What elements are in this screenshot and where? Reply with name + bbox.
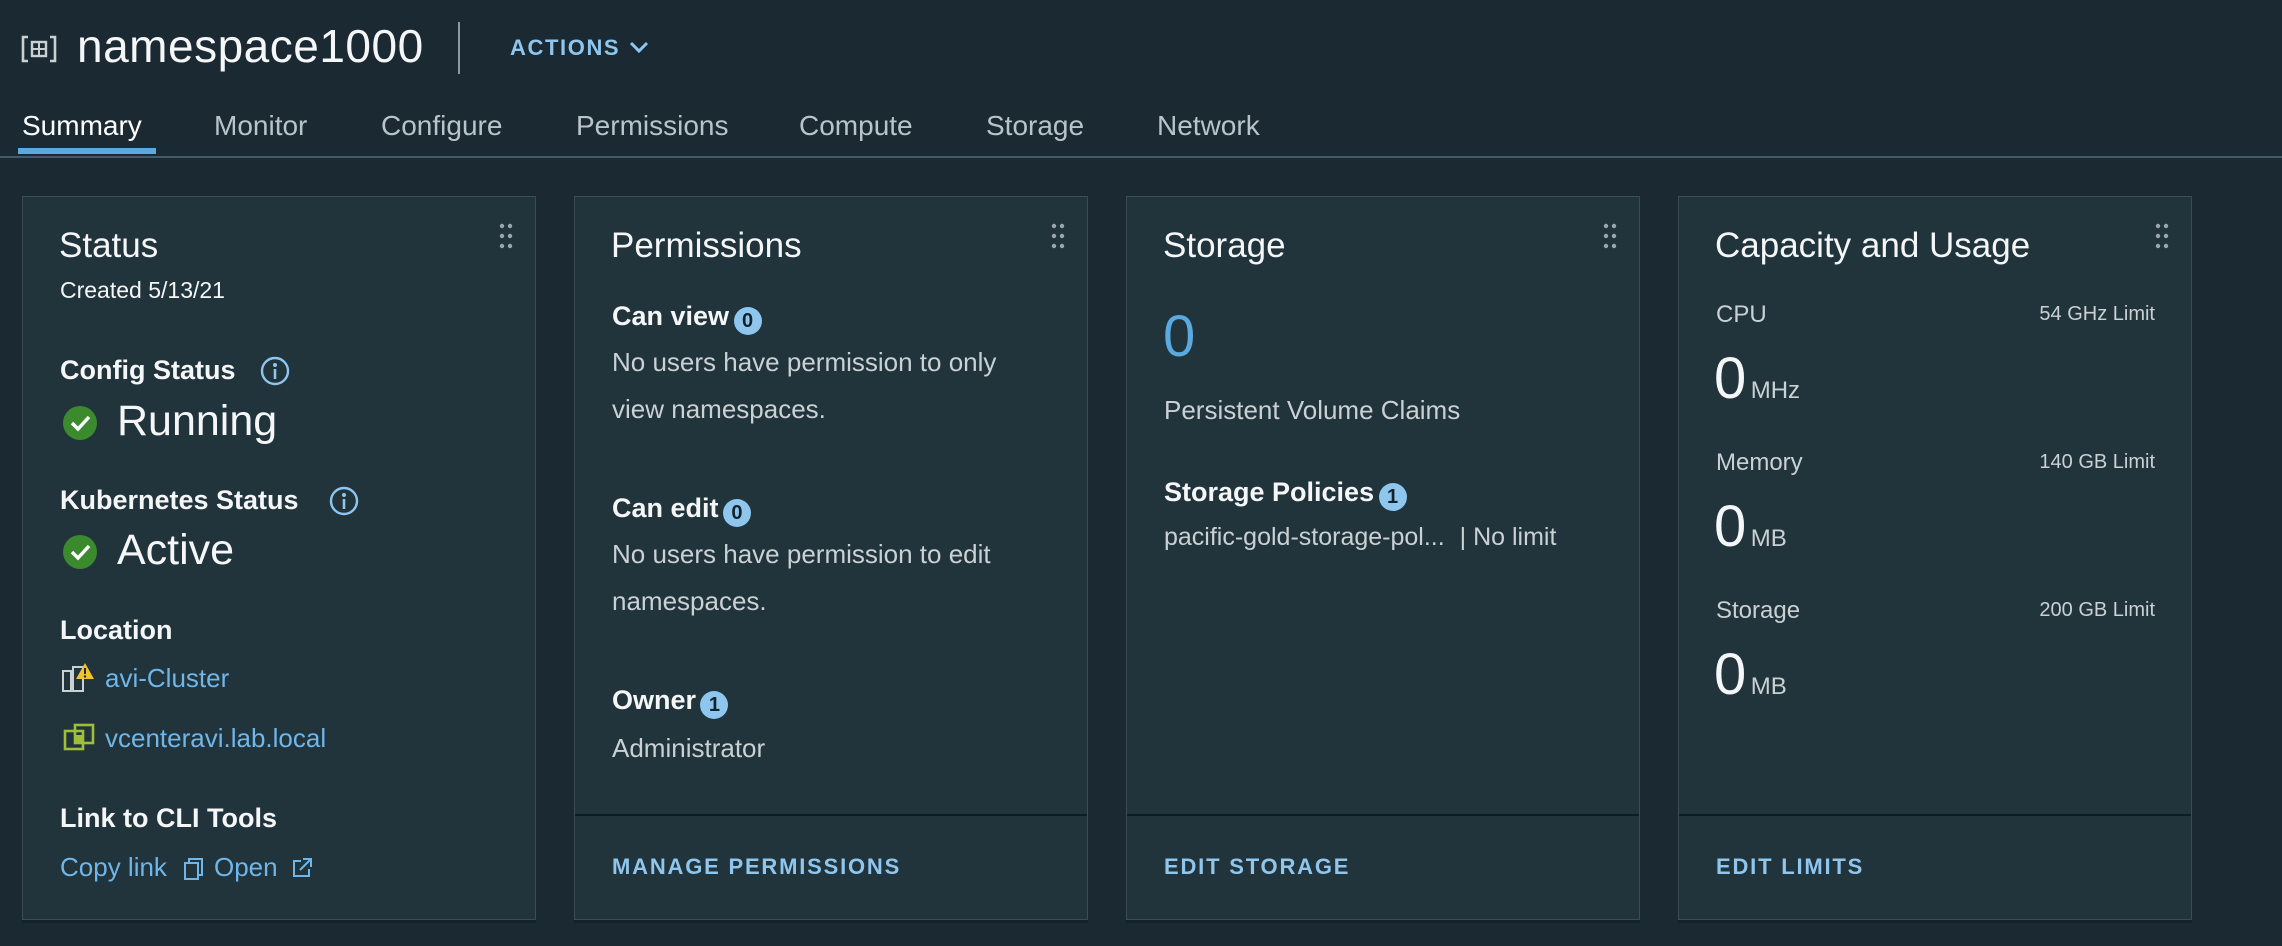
tab-permissions[interactable]: Permissions	[576, 106, 728, 146]
tab-compute[interactable]: Compute	[799, 106, 913, 146]
cpu-label: CPU	[1716, 301, 1767, 328]
cli-tools-label: Link to CLI Tools	[60, 803, 277, 833]
config-status-label: Config Status	[60, 355, 236, 385]
tab-storage[interactable]: Storage	[986, 106, 1084, 146]
info-icon[interactable]	[328, 485, 360, 517]
memory-limit: 140 GB Limit	[2039, 451, 2155, 473]
active-tab-indicator	[18, 148, 156, 154]
memory-unit: MB	[1750, 525, 1787, 552]
actions-menu-button[interactable]: ACTIONS	[510, 33, 649, 63]
cluster-link[interactable]: avi-Cluster	[105, 663, 229, 694]
copy-link-label: Copy link	[60, 852, 167, 882]
check-circle-icon	[63, 535, 97, 569]
card-footer: EDIT STORAGE	[1127, 814, 1639, 919]
storage-policies-count-badge: 1	[1378, 482, 1407, 511]
tab-monitor[interactable]: Monitor	[214, 106, 307, 146]
drag-handle-icon[interactable]	[2155, 223, 2169, 249]
can-view-count-badge: 0	[733, 306, 762, 335]
tab-summary[interactable]: Summary	[22, 106, 142, 146]
config-status-value: Running	[117, 397, 278, 445]
drag-handle-icon[interactable]	[1051, 223, 1065, 249]
kubernetes-status-label: Kubernetes Status	[60, 485, 299, 515]
can-view-row: Can view 0	[612, 301, 762, 335]
cpu-value: 0	[1714, 346, 1747, 411]
vcenter-icon	[63, 723, 95, 751]
namespace-icon	[21, 35, 57, 63]
tab-bar: Summary Monitor Configure Permissions Co…	[0, 100, 2282, 158]
can-view-text-line2: view namespaces.	[612, 394, 826, 424]
cpu-unit: MHz	[1750, 377, 1801, 404]
owner-row: Owner 1	[612, 685, 729, 719]
cluster-warning-icon	[62, 663, 94, 692]
memory-usage: 0 MB	[1714, 493, 1787, 560]
storage-policy-limit: | No limit	[1459, 523, 1557, 551]
created-date: Created 5/13/21	[60, 277, 225, 303]
memory-value: 0	[1714, 494, 1747, 559]
card-footer: EDIT LIMITS	[1679, 814, 2191, 919]
external-link-icon[interactable]	[291, 857, 313, 879]
storage-policy-row: pacific-gold-storage-pol... | No limit	[1164, 523, 1556, 552]
cpu-usage: 0 MHz	[1714, 345, 1800, 412]
header-divider	[458, 22, 460, 74]
tab-configure[interactable]: Configure	[381, 106, 502, 146]
cpu-limit: 54 GHz Limit	[2039, 303, 2155, 325]
card-title: Permissions	[611, 226, 802, 265]
storage-policy-name: pacific-gold-storage-pol...	[1164, 523, 1445, 551]
drag-handle-icon[interactable]	[1603, 223, 1617, 249]
storage-usage: 0 MB	[1714, 641, 1787, 708]
open-link-label: Open	[214, 852, 278, 882]
storage-unit: MB	[1750, 673, 1787, 700]
page-header: namespace1000 ACTIONS	[0, 0, 2282, 95]
card-footer: MANAGE PERMISSIONS	[575, 814, 1087, 919]
edit-storage-button[interactable]: EDIT STORAGE	[1164, 854, 1350, 880]
can-view-label: Can view	[612, 301, 730, 331]
permissions-card: Permissions Can view 0 No users have per…	[574, 196, 1088, 920]
chevron-down-icon	[629, 41, 649, 54]
storage-limit: 200 GB Limit	[2039, 599, 2155, 621]
capacity-usage-card: Capacity and Usage CPU 54 GHz Limit 0 MH…	[1678, 196, 2192, 920]
open-link[interactable]: Open	[214, 852, 278, 883]
kubernetes-status-value: Active	[117, 526, 235, 574]
vcenter-link[interactable]: vcenteravi.lab.local	[105, 723, 326, 754]
edit-limits-button[interactable]: EDIT LIMITS	[1716, 854, 1864, 880]
copy-icon[interactable]	[183, 857, 205, 881]
location-label: Location	[60, 615, 173, 645]
pvc-label: Persistent Volume Claims	[1164, 395, 1461, 425]
check-circle-icon	[63, 406, 97, 440]
info-icon[interactable]	[259, 355, 291, 387]
can-edit-row: Can edit 0	[612, 493, 751, 527]
tab-network[interactable]: Network	[1157, 106, 1260, 146]
pvc-count[interactable]: 0	[1163, 303, 1195, 370]
storage-policies-row: Storage Policies 1	[1164, 477, 1407, 511]
page-title: namespace1000	[77, 20, 424, 72]
can-view-text-line1: No users have permission to only	[612, 347, 997, 377]
drag-handle-icon[interactable]	[499, 223, 513, 249]
owner-value: Administrator	[612, 733, 766, 763]
can-edit-label: Can edit	[612, 493, 719, 523]
can-edit-text-line1: No users have permission to edit	[612, 539, 991, 569]
can-edit-count-badge: 0	[722, 498, 751, 527]
manage-permissions-button[interactable]: MANAGE PERMISSIONS	[612, 854, 901, 880]
actions-label: ACTIONS	[510, 35, 621, 60]
card-title: Capacity and Usage	[1715, 226, 2031, 265]
card-title: Status	[59, 226, 159, 265]
copy-link[interactable]: Copy link	[60, 852, 167, 883]
can-edit-text-line2: namespaces.	[612, 586, 767, 616]
storage-value: 0	[1714, 642, 1747, 707]
storage-card: Storage 0 Persistent Volume Claims Stora…	[1126, 196, 1640, 920]
storage-policies-label: Storage Policies	[1164, 477, 1375, 507]
status-card: Status Created 5/13/21 Config Status Run…	[22, 196, 536, 920]
memory-label: Memory	[1716, 449, 1803, 476]
card-title: Storage	[1163, 226, 1286, 265]
owner-label: Owner	[612, 685, 697, 715]
owner-count-badge: 1	[700, 690, 729, 719]
storage-label: Storage	[1716, 597, 1801, 624]
